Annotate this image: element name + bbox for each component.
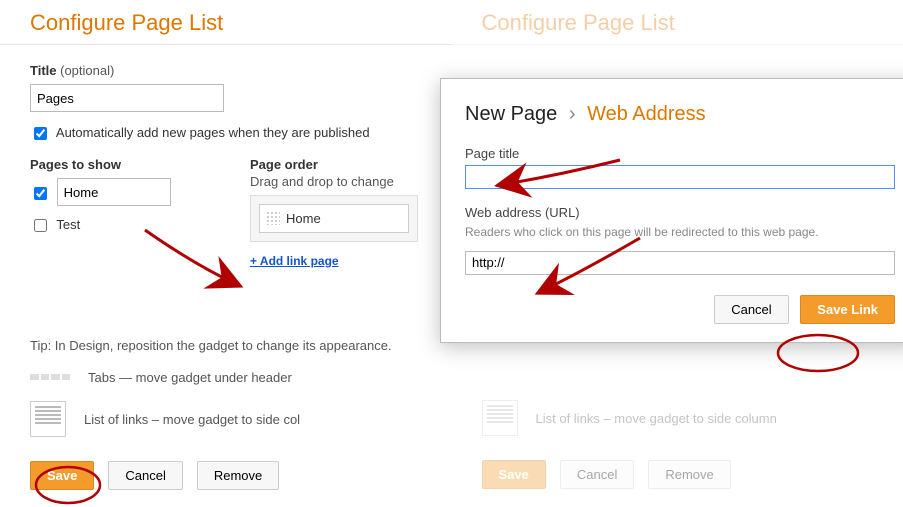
- page-order-list[interactable]: Home: [250, 195, 418, 242]
- divider: [452, 44, 903, 45]
- tabs-layout-icon: [30, 365, 70, 389]
- page-checkbox-home[interactable]: [34, 187, 47, 200]
- page-name-input-home[interactable]: [57, 178, 171, 206]
- chevron-right-icon: ›: [569, 103, 576, 125]
- web-address-input[interactable]: [465, 251, 895, 275]
- cancel-button[interactable]: Cancel: [560, 460, 634, 489]
- dialog-title: Configure Page List: [482, 10, 874, 36]
- divider: [0, 44, 452, 45]
- list-layout-label: List of links – move gadget to side colu…: [536, 411, 777, 426]
- page-order-item-label: Home: [286, 211, 321, 226]
- breadcrumb-new-page: New Page: [465, 103, 557, 125]
- save-link-button[interactable]: Save Link: [800, 295, 895, 324]
- auto-add-pages-label: Automatically add new pages when they ar…: [56, 125, 370, 140]
- design-tip: Tip: In Design, reposition the gadget to…: [30, 338, 422, 353]
- page-checkbox-test[interactable]: [34, 219, 47, 232]
- cancel-button[interactable]: Cancel: [108, 461, 182, 490]
- pages-to-show-label: Pages to show: [30, 157, 210, 172]
- save-button[interactable]: Save: [482, 460, 546, 489]
- page-order-item[interactable]: Home: [259, 204, 409, 233]
- breadcrumb-web-address: Web Address: [587, 103, 706, 125]
- configure-page-list-dialog-left: Configure Page List Title (optional) Aut…: [0, 0, 452, 507]
- modal-cancel-button[interactable]: Cancel: [714, 295, 788, 324]
- save-button[interactable]: Save: [30, 461, 94, 490]
- add-link-page-link[interactable]: + Add link page: [250, 254, 339, 268]
- page-name-test: Test: [56, 217, 80, 232]
- list-layout-label: List of links – move gadget to side col: [84, 412, 300, 427]
- title-input[interactable]: [30, 84, 224, 112]
- list-layout-icon: [30, 401, 66, 437]
- page-order-hint: Drag and drop to change: [250, 174, 418, 189]
- remove-button[interactable]: Remove: [648, 460, 730, 489]
- page-title-label: Page title: [465, 146, 895, 161]
- modal-breadcrumb: New Page › Web Address: [465, 103, 895, 126]
- dialog-title: Configure Page List: [30, 10, 422, 36]
- page-title-input[interactable]: [465, 165, 895, 189]
- web-address-hint: Readers who click on this page will be r…: [465, 224, 895, 241]
- tabs-layout-label: Tabs — move gadget under header: [88, 370, 292, 385]
- list-layout-icon: [482, 400, 518, 436]
- web-address-label: Web address (URL): [465, 205, 895, 220]
- new-page-web-address-modal: New Page › Web Address Page title Web ad…: [440, 78, 903, 343]
- remove-button[interactable]: Remove: [197, 461, 279, 490]
- page-order-label: Page order: [250, 157, 418, 172]
- title-field-optional: (optional): [60, 63, 114, 78]
- auto-add-pages-checkbox[interactable]: [34, 127, 47, 140]
- title-field-label: Title: [30, 63, 57, 78]
